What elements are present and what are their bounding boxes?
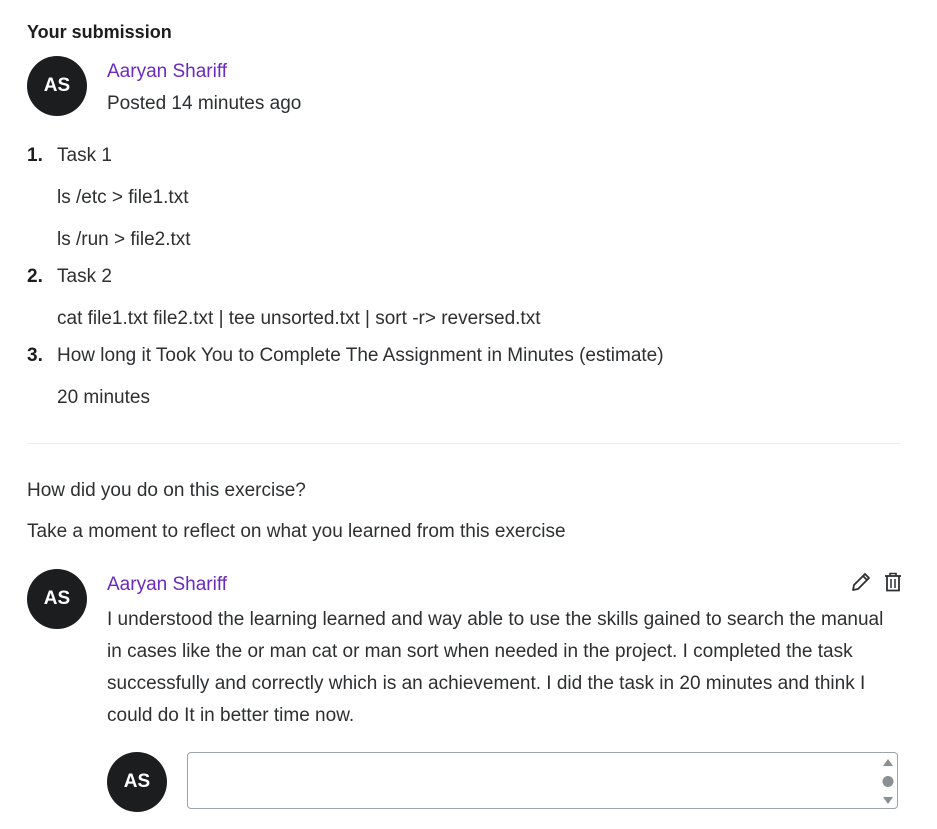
submission-title: Your submission — [27, 22, 172, 42]
comment-author-link[interactable]: Aaryan Shariff — [107, 574, 227, 596]
comment-body: I understood the learning learned and wa… — [107, 609, 884, 726]
task-number: 1. — [27, 145, 43, 166]
avatar-initials: AS — [43, 588, 71, 609]
task-answer-line: 20 minutes — [57, 387, 150, 408]
task-number: 3. — [27, 345, 43, 366]
submission-posted-time: Posted 14 minutes ago — [107, 93, 302, 114]
task-answer-line: ls /etc > file1.txt — [57, 187, 189, 208]
task-answer-line: ls /run > file2.txt — [57, 229, 191, 250]
task-title: How long it Took You to Complete The Ass… — [57, 345, 664, 366]
reflection-question: How did you do on this exercise? — [27, 480, 306, 501]
task-number: 2. — [27, 266, 43, 287]
reply-box — [187, 752, 898, 809]
submission-author-link[interactable]: Aaryan Shariff — [107, 61, 227, 83]
avatar-initials: AS — [43, 75, 71, 96]
trash-icon[interactable] — [883, 571, 905, 593]
comment-avatar: AS — [27, 569, 87, 629]
task-title: Task 2 — [57, 266, 112, 287]
submission-avatar: AS — [27, 56, 87, 116]
reply-scrollbar[interactable] — [881, 757, 895, 806]
reflection-prompt: Take a moment to reflect on what you lea… — [27, 521, 566, 542]
task-title: Task 1 — [57, 145, 112, 166]
avatar-initials: AS — [123, 771, 151, 792]
pencil-icon[interactable] — [850, 571, 872, 593]
section-divider — [27, 443, 900, 444]
reply-avatar: AS — [107, 752, 167, 812]
task-answer-line: cat file1.txt file2.txt | tee unsorted.t… — [57, 308, 541, 329]
reply-input[interactable] — [188, 753, 868, 806]
